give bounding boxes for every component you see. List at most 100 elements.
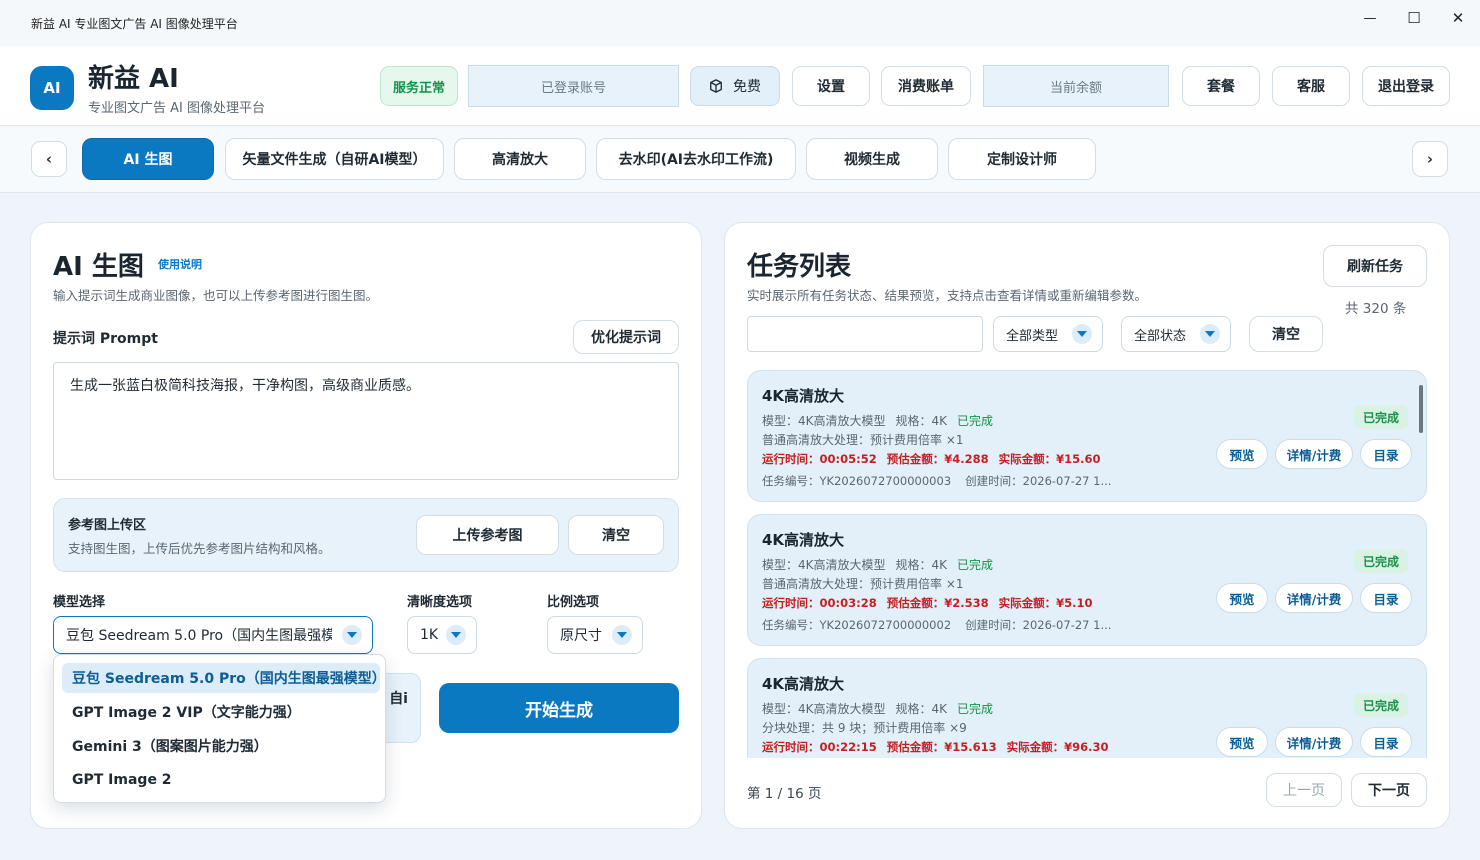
model-label: 模型选择	[53, 595, 106, 610]
model-option[interactable]: GPT Image 2	[62, 765, 380, 795]
status-filter-value: 全部状态	[1134, 328, 1187, 344]
task-card[interactable]: 4K高清放大 模型：4K高清放大模型 规格：4K 已完成 普通高清放大处理：预计费用…	[747, 370, 1427, 502]
tab-watermark-removal[interactable]: 去水印(AI去水印工作流)	[596, 138, 796, 180]
title-bar: 新益 AI 专业图文广告 AI 图像处理平台	[0, 0, 1480, 46]
ratio-label: 比例选项	[547, 595, 600, 610]
clear-filters-button[interactable]: 清空	[1249, 316, 1323, 352]
task-list-subtitle: 实时展示所有任务状态、结果预览，支持点击查看详情或重新编辑参数。	[747, 288, 1148, 303]
plan-label: 免费	[733, 79, 761, 95]
upload-description: 支持图生图，上传后优先参考图片结构和风格。	[68, 541, 331, 556]
box-icon	[710, 79, 722, 93]
task-meta: 模型：4K高清放大模型 规格：4K 已完成	[762, 414, 994, 428]
task-cost-info: 运行时间：00:22:15 预估金额：¥15.613 实际金额：¥96.30	[762, 740, 1109, 754]
status-badge: 已完成	[1354, 549, 1408, 573]
model-dropdown-menu: 豆包 Seedream 5.0 Pro（国内生图最强模型） GPT Image …	[53, 654, 386, 803]
prev-page-button[interactable]: 上一页	[1266, 773, 1342, 807]
close-button[interactable]: ✕	[1443, 8, 1473, 28]
task-meta: 模型：4K高清放大模型 规格：4K 已完成	[762, 558, 994, 572]
chevron-down-icon	[612, 625, 632, 645]
clarity-label: 清晰度选项	[407, 595, 473, 610]
start-generate-button[interactable]: 开始生成	[439, 683, 679, 733]
type-filter-value: 全部类型	[1006, 328, 1059, 344]
next-page-button[interactable]: 下一页	[1351, 773, 1427, 807]
task-total-count: 共 320 条	[1345, 301, 1407, 317]
task-list-scrollbar[interactable]	[1419, 385, 1423, 433]
preview-button[interactable]: 预览	[1216, 439, 1268, 469]
upload-reference-button[interactable]: 上传参考图	[416, 515, 559, 555]
tab-video-generation[interactable]: 视频生成	[806, 138, 938, 180]
folder-button[interactable]: 目录	[1360, 439, 1412, 469]
chevron-right-icon: ›	[1426, 150, 1434, 168]
app-logo: AI	[30, 66, 74, 110]
tab-vector-generation[interactable]: 矢量文件生成（自研AI模型）	[225, 138, 444, 180]
balance-display: 当前余额	[983, 65, 1169, 107]
ratio-select[interactable]: 原尺寸	[547, 616, 643, 654]
task-title: 4K高清放大	[762, 531, 845, 549]
app-subtitle: 专业图文广告 AI 图像处理平台	[88, 101, 265, 116]
prompt-label: 提示词 Prompt	[53, 331, 158, 347]
tab-upscale[interactable]: 高清放大	[454, 138, 586, 180]
chevron-down-icon	[1072, 324, 1092, 344]
status-filter-select[interactable]: 全部状态	[1121, 316, 1231, 352]
minimize-icon: —	[1363, 10, 1377, 26]
task-list-viewport[interactable]: 4K高清放大 模型：4K高清放大模型 规格：4K 已完成 普通高清放大处理：预计费用…	[747, 370, 1429, 758]
task-description: 普通高清放大处理：预计费用倍率 ×1	[762, 433, 964, 447]
logout-button[interactable]: 退出登录	[1362, 66, 1450, 106]
task-description: 普通高清放大处理：预计费用倍率 ×1	[762, 577, 964, 591]
task-title: 4K高清放大	[762, 675, 845, 693]
optimize-prompt-button[interactable]: 优化提示词	[573, 320, 679, 354]
model-option[interactable]: Gemini 3（图案图片能力强）	[62, 731, 380, 761]
clarity-select[interactable]: 1K	[407, 616, 477, 654]
maximize-button[interactable]: ☐	[1399, 8, 1429, 28]
maximize-icon: ☐	[1407, 9, 1421, 27]
folder-button[interactable]: 目录	[1360, 583, 1412, 613]
refresh-tasks-button[interactable]: 刷新任务	[1323, 245, 1427, 287]
detail-billing-button[interactable]: 详情/计费	[1275, 439, 1353, 469]
chevron-down-icon	[342, 625, 362, 645]
preview-button[interactable]: 预览	[1216, 727, 1268, 757]
tab-custom-designer[interactable]: 定制设计师	[948, 138, 1096, 180]
packages-button[interactable]: 套餐	[1182, 66, 1260, 106]
model-select[interactable]: 豆包 Seedream 5.0 Pro（国内生图最强模型）	[53, 616, 373, 654]
prompt-input[interactable]: 生成一张蓝白极简科技海报，干净构图，高级商业质感。	[53, 362, 679, 480]
model-option[interactable]: GPT Image 2 VIP（文字能力强）	[62, 697, 380, 727]
tabs-prev-button[interactable]: ‹	[31, 141, 67, 177]
window-title: 新益 AI 专业图文广告 AI 图像处理平台	[31, 17, 238, 31]
app-name: 新益 AI	[88, 64, 179, 94]
upload-title: 参考图上传区	[68, 518, 147, 533]
task-list-title: 任务列表	[747, 252, 852, 282]
clarity-select-value: 1K	[420, 627, 439, 643]
task-cost-info: 运行时间：00:05:52 预估金额：¥4.288 实际金额：¥15.60	[762, 452, 1101, 466]
model-option[interactable]: 豆包 Seedream 5.0 Pro（国内生图最强模型）	[62, 663, 386, 693]
task-card[interactable]: 4K高清放大 模型：4K高清放大模型 规格：4K 已完成 普通高清放大处理：预计费用…	[747, 514, 1427, 646]
clear-reference-button[interactable]: 清空	[568, 515, 664, 555]
task-meta: 模型：4K高清放大模型 规格：4K 已完成	[762, 702, 994, 716]
support-button[interactable]: 客服	[1272, 66, 1350, 106]
task-cost-info: 运行时间：00:03:28 预估金额：¥2.538 实际金额：¥5.10	[762, 596, 1093, 610]
panel-title: AI 生图	[53, 252, 144, 282]
pagination-info: 第 1 / 16 页	[747, 786, 822, 802]
chevron-down-icon	[1200, 324, 1220, 344]
folder-button[interactable]: 目录	[1360, 727, 1412, 757]
tabs-next-button[interactable]: ›	[1412, 141, 1448, 177]
task-card[interactable]: 4K高清放大 模型：4K高清放大模型 规格：4K 已完成 分块处理：共 9 块；预计…	[747, 658, 1427, 758]
ratio-select-value: 原尺寸	[560, 628, 602, 644]
settings-button[interactable]: 设置	[792, 66, 870, 106]
chevron-left-icon: ‹	[45, 150, 53, 168]
task-search-input[interactable]	[747, 316, 983, 352]
detail-billing-button[interactable]: 详情/计费	[1275, 583, 1353, 613]
model-select-value: 豆包 Seedream 5.0 Pro（国内生图最强模型）	[66, 628, 332, 644]
panel-subtitle: 输入提示词生成商业图像，也可以上传参考图进行图生图。	[53, 288, 379, 303]
minimize-button[interactable]: —	[1355, 8, 1385, 28]
tab-ai-image[interactable]: AI 生图	[82, 138, 214, 180]
plan-button[interactable]: 免费	[690, 66, 780, 106]
chevron-down-icon	[446, 625, 466, 645]
task-description: 分块处理：共 9 块；预计费用倍率 ×9	[762, 721, 967, 735]
billing-button[interactable]: 消费账单	[881, 66, 971, 106]
obscured-option-text: 自i	[389, 691, 408, 707]
status-badge: 已完成	[1354, 693, 1408, 717]
help-link[interactable]: 使用说明	[158, 256, 202, 272]
type-filter-select[interactable]: 全部类型	[993, 316, 1103, 352]
preview-button[interactable]: 预览	[1216, 583, 1268, 613]
detail-billing-button[interactable]: 详情/计费	[1275, 727, 1353, 757]
